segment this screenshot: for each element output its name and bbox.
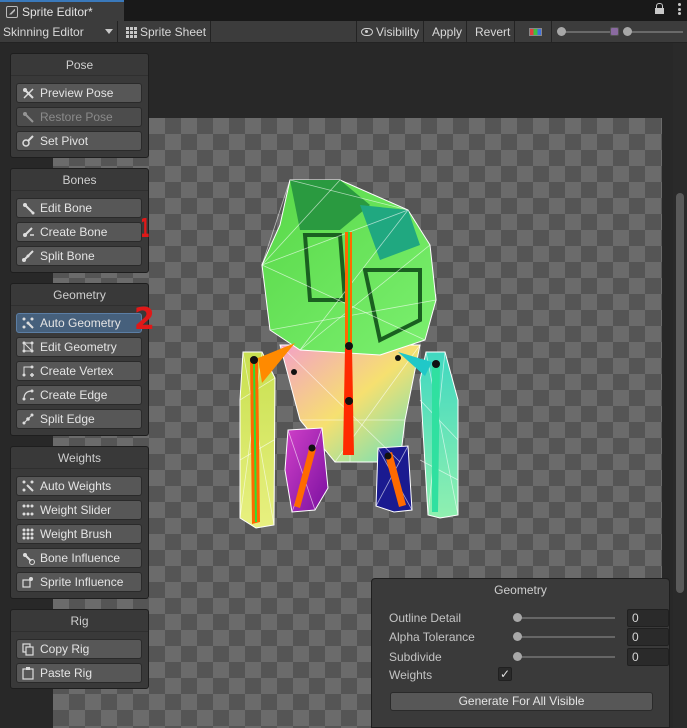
- create-bone-button[interactable]: Create Bone: [16, 222, 142, 242]
- create-bone-icon: [23, 227, 34, 237]
- preview-pose-button[interactable]: Preview Pose: [16, 83, 142, 103]
- bone-joint[interactable]: [345, 342, 353, 350]
- weight-brush-label: Weight Brush: [40, 527, 112, 541]
- edit-bone-label: Edit Bone: [40, 201, 93, 215]
- sprite-influence-button[interactable]: Sprite Influence: [16, 572, 142, 592]
- weight-slider-button[interactable]: Weight Slider: [16, 500, 142, 520]
- restore-pose-icon: [23, 112, 34, 123]
- pivot-icon: [22, 135, 34, 147]
- subdivide-field[interactable]: 0: [627, 648, 669, 666]
- outline-detail-slider[interactable]: [513, 613, 615, 622]
- geometry-inspector: Geometry Outline Detail 0 Alpha Toleranc…: [371, 578, 670, 728]
- edit-geometry-label: Edit Geometry: [40, 340, 117, 354]
- subdivide-row: Subdivide 0: [389, 648, 669, 666]
- split-bone-icon: [22, 250, 34, 262]
- bone-joint[interactable]: [395, 355, 401, 361]
- bone-joint[interactable]: [250, 356, 258, 364]
- pose-panel: Pose Preview Pose Restore Pose Set Pivot: [10, 53, 149, 158]
- create-edge-icon: [22, 389, 34, 401]
- geometry-panel: Geometry Auto Geometry Edit Geometry Cre…: [10, 283, 149, 436]
- split-edge-icon: [22, 413, 34, 425]
- weight-slider-icon: [22, 504, 34, 516]
- create-bone-label: Create Bone: [40, 225, 108, 239]
- inspector-title: Geometry: [494, 583, 547, 597]
- bone-joint[interactable]: [345, 397, 353, 405]
- set-pivot-label: Set Pivot: [40, 134, 89, 148]
- edit-geometry-button[interactable]: Edit Geometry: [16, 337, 142, 357]
- alpha-tolerance-knob[interactable]: [513, 632, 522, 641]
- checkmark-icon: ✓: [499, 667, 511, 681]
- subdivide-slider[interactable]: [513, 652, 615, 661]
- alpha-tolerance-field[interactable]: 0: [627, 628, 669, 646]
- auto-geometry-button[interactable]: Auto Geometry: [16, 313, 142, 333]
- split-edge-button[interactable]: Split Edge: [16, 409, 142, 429]
- weights-panel-title: Weights: [11, 447, 148, 469]
- weights-panel: Weights Auto Weights Weight Slider Weigh…: [10, 446, 149, 599]
- paste-rig-label: Paste Rig: [40, 666, 93, 680]
- auto-weights-icon: [22, 480, 34, 492]
- bone-joint[interactable]: [308, 444, 316, 452]
- restore-pose-button[interactable]: Restore Pose: [16, 107, 142, 127]
- rig-panel-title: Rig: [11, 610, 148, 632]
- outline-detail-row: Outline Detail 0: [389, 609, 669, 627]
- subdivide-knob[interactable]: [513, 652, 522, 661]
- create-vertex-icon: [22, 365, 34, 377]
- sprite-influence-icon: [22, 577, 33, 588]
- edit-bone-icon: [23, 203, 35, 215]
- outline-detail-label: Outline Detail: [389, 611, 462, 625]
- bone-joint[interactable]: [432, 360, 440, 368]
- auto-weights-label: Auto Weights: [40, 479, 112, 493]
- subdivide-label: Subdivide: [389, 650, 442, 664]
- weight-brush-button[interactable]: Weight Brush: [16, 524, 142, 544]
- geometry-panel-title: Geometry: [11, 284, 148, 306]
- paste-rig-button[interactable]: Paste Rig: [16, 663, 142, 683]
- preview-pose-icon: [23, 88, 34, 99]
- bone-influence-icon: [23, 553, 35, 565]
- outline-detail-field[interactable]: 0: [627, 609, 669, 627]
- paste-icon: [22, 667, 34, 680]
- alpha-tolerance-label: Alpha Tolerance: [389, 630, 475, 644]
- split-edge-label: Split Edge: [40, 412, 95, 426]
- bone-joint[interactable]: [291, 369, 297, 375]
- split-bone-label: Split Bone: [40, 249, 95, 263]
- bones-panel: Bones Edit Bone Create Bone Split Bone: [10, 168, 149, 273]
- set-pivot-button[interactable]: Set Pivot: [16, 131, 142, 151]
- restore-pose-label: Restore Pose: [40, 110, 113, 124]
- auto-geometry-label: Auto Geometry: [40, 316, 121, 330]
- weights-row: Weights ✓: [389, 666, 669, 684]
- copy-rig-label: Copy Rig: [40, 642, 90, 656]
- weight-slider-label: Weight Slider: [40, 503, 112, 517]
- alpha-tolerance-row: Alpha Tolerance 0: [389, 628, 669, 646]
- weight-brush-icon: [22, 528, 34, 540]
- pose-panel-title: Pose: [11, 54, 148, 76]
- bone-joint[interactable]: [384, 452, 392, 460]
- create-vertex-button[interactable]: Create Vertex: [16, 361, 142, 381]
- copy-rig-button[interactable]: Copy Rig: [16, 639, 142, 659]
- bone-influence-button[interactable]: Bone Influence: [16, 548, 142, 568]
- split-bone-button[interactable]: Split Bone: [16, 246, 142, 266]
- generate-for-all-visible-button[interactable]: Generate For All Visible: [390, 692, 653, 711]
- weights-checkbox[interactable]: ✓: [498, 667, 512, 681]
- bone-influence-label: Bone Influence: [40, 551, 121, 565]
- edit-geometry-icon: [22, 341, 34, 353]
- auto-geometry-icon: [22, 317, 34, 329]
- annotation-mark-1: 1: [140, 214, 150, 244]
- alpha-tolerance-slider[interactable]: [513, 632, 615, 641]
- bones-panel-title: Bones: [11, 169, 148, 191]
- create-edge-label: Create Edge: [40, 388, 108, 402]
- rig-panel: Rig Copy Rig Paste Rig: [10, 609, 149, 689]
- weights-label: Weights: [389, 668, 433, 682]
- preview-pose-label: Preview Pose: [40, 86, 114, 100]
- create-edge-button[interactable]: Create Edge: [16, 385, 142, 405]
- sprite-influence-label: Sprite Influence: [40, 575, 124, 589]
- edit-bone-button[interactable]: Edit Bone: [16, 198, 142, 218]
- auto-weights-button[interactable]: Auto Weights: [16, 476, 142, 496]
- copy-icon: [22, 643, 34, 656]
- create-vertex-label: Create Vertex: [40, 364, 114, 378]
- annotation-mark-2: 2: [134, 302, 155, 337]
- outline-detail-knob[interactable]: [513, 613, 522, 622]
